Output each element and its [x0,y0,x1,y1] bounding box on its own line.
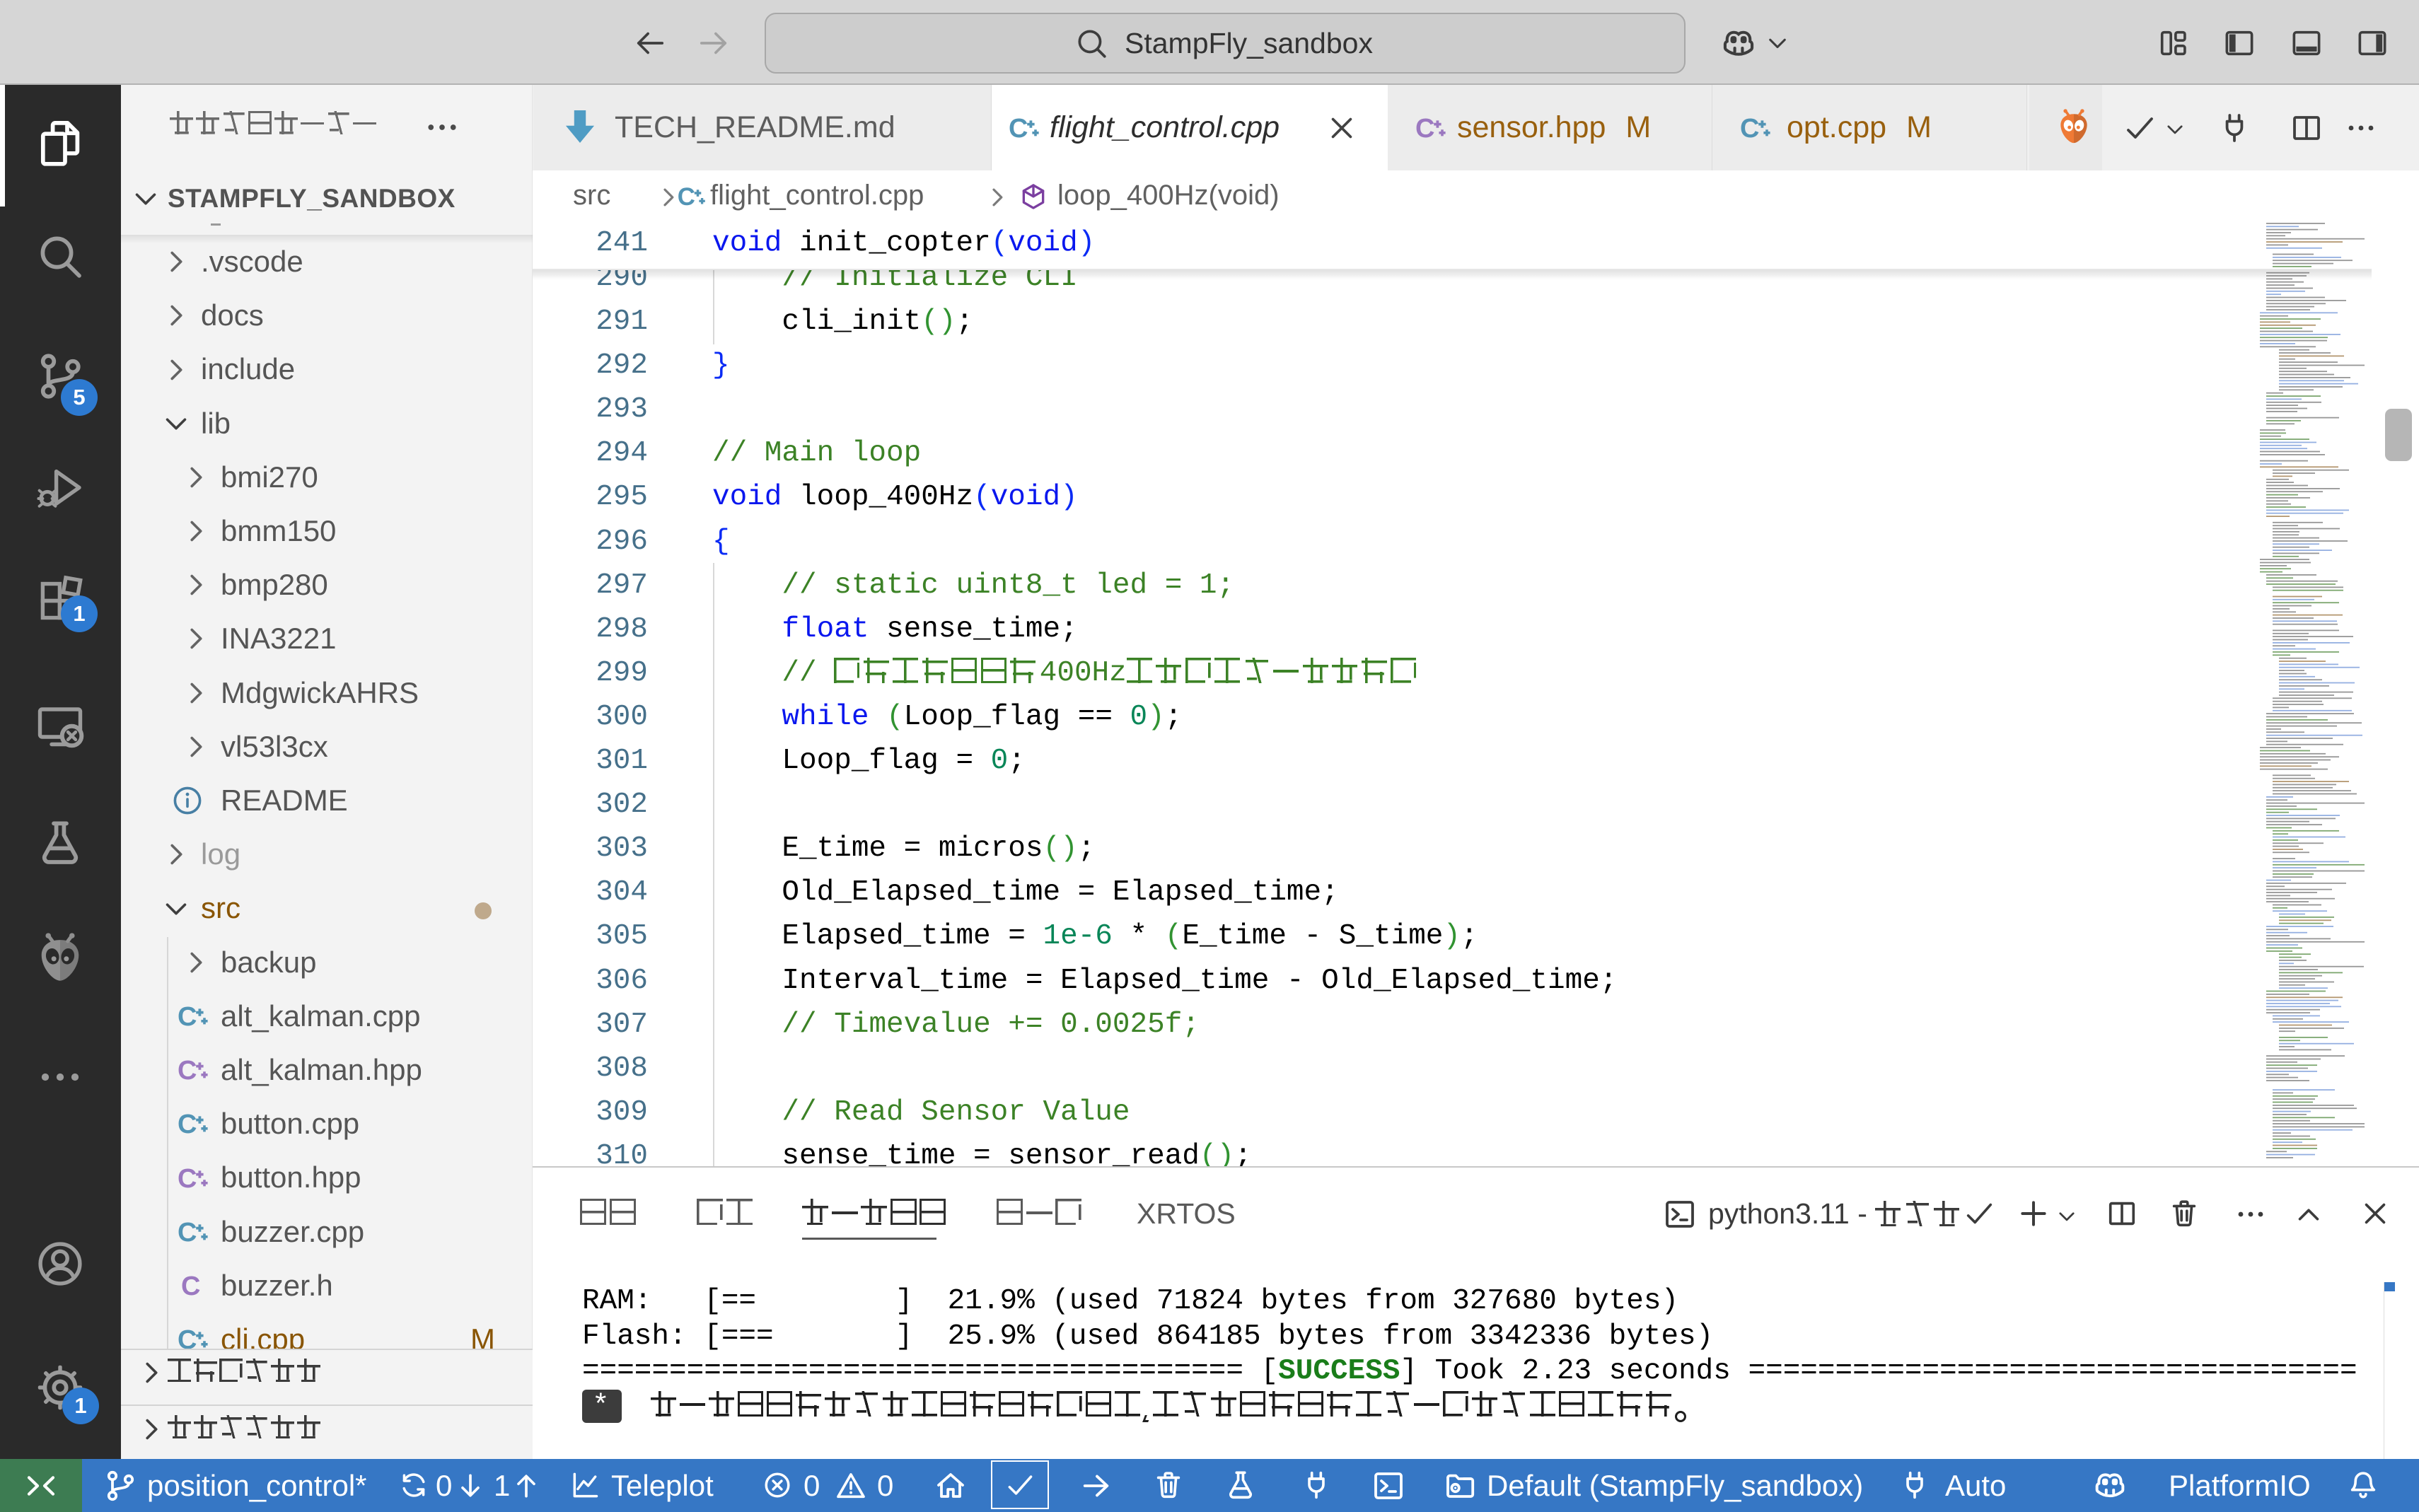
svg-text:C: C [181,1272,200,1301]
svg-text:C: C [178,1056,197,1086]
svg-text:C: C [678,183,695,211]
svg-text:C: C [178,1002,197,1032]
svg-text:C: C [178,1110,197,1139]
svg-text:C: C [178,1164,197,1194]
svg-text:C: C [1415,114,1434,144]
svg-text:C: C [178,1218,197,1248]
svg-text:C: C [1009,114,1028,144]
svg-text:C: C [1740,114,1759,144]
